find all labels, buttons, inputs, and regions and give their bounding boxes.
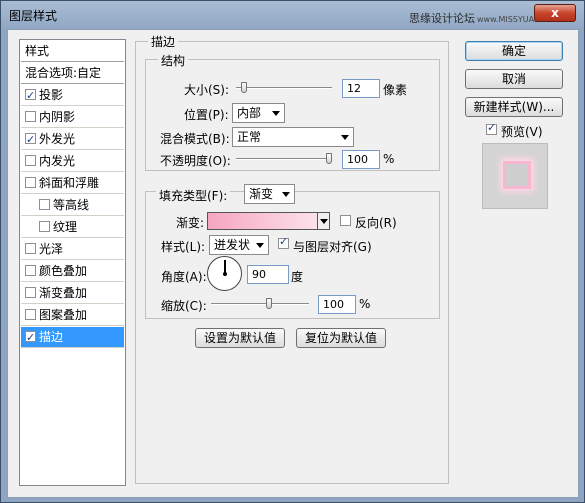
size-slider-thumb[interactable]: [240, 82, 247, 93]
chevron-down-icon: [272, 111, 280, 116]
style-list-item[interactable]: 内发光: [21, 151, 124, 172]
size-slider-track[interactable]: [236, 87, 332, 89]
position-label: 位置(P):: [184, 108, 229, 122]
position-select[interactable]: 内部: [232, 103, 285, 123]
stroke-group-title: 描边: [148, 33, 179, 50]
opacity-input[interactable]: 100: [342, 150, 380, 169]
align-with-layer-label: 与图层对齐(G): [293, 240, 372, 254]
align-with-layer-checkbox[interactable]: [278, 235, 289, 249]
preview-thumbnail: [482, 143, 548, 209]
style-item-label: 图案叠加: [39, 308, 88, 322]
chevron-down-icon: [256, 243, 264, 248]
style-checkbox[interactable]: [25, 111, 36, 122]
style-list-item[interactable]: 渐变叠加: [21, 283, 124, 304]
style-checkbox[interactable]: [25, 328, 36, 348]
fill-type-label: 填充类型(F):: [156, 187, 231, 204]
style-item-label: 纹理: [53, 220, 78, 234]
style-item-label: 投影: [39, 88, 64, 102]
size-unit: 像素: [383, 83, 408, 97]
opacity-slider-track[interactable]: [236, 158, 332, 160]
window-title: 图层样式: [9, 9, 58, 23]
angle-label: 角度(A):: [161, 270, 207, 284]
angle-unit: 度: [291, 270, 304, 284]
structure-group-title: 结构: [158, 52, 189, 69]
opacity-unit: %: [383, 152, 395, 166]
scale-input[interactable]: 100: [318, 295, 356, 314]
gradient-label: 渐变:: [176, 216, 205, 230]
style-list-item[interactable]: 纹理: [21, 217, 124, 238]
style-item-label: 内阴影: [39, 110, 76, 124]
style-checkbox[interactable]: [25, 130, 36, 150]
style-checkbox[interactable]: [25, 155, 36, 166]
style-item-label: 外发光: [39, 132, 76, 146]
reverse-checkbox[interactable]: [340, 215, 351, 226]
angle-input[interactable]: 90: [247, 265, 289, 284]
preview-square: [503, 161, 531, 189]
title-bar[interactable]: 图层样式 思缘设计论坛 www.MISSYUAN.COM x: [1, 1, 584, 29]
style-checkbox[interactable]: [39, 199, 50, 210]
size-label: 大小(S):: [184, 83, 230, 97]
style-item-label: 颜色叠加: [39, 264, 88, 278]
scale-label: 缩放(C):: [161, 299, 207, 313]
fill-type-select[interactable]: 渐变: [244, 184, 295, 204]
style-checkbox[interactable]: [25, 265, 36, 276]
style-list-item[interactable]: 等高线: [21, 195, 124, 216]
set-default-button[interactable]: 设置为默认值: [195, 328, 285, 348]
blend-mode-select[interactable]: 正常: [232, 127, 354, 147]
gradient-style-select[interactable]: 迸发状: [209, 235, 269, 255]
chevron-down-icon: [341, 135, 349, 140]
style-list: 样式 混合选项:自定 投影内阴影外发光内发光斜面和浮雕等高线纹理光泽颜色叠加渐变…: [19, 39, 126, 486]
chevron-down-icon[interactable]: [317, 213, 329, 229]
style-checkbox[interactable]: [25, 243, 36, 254]
style-checkbox[interactable]: [25, 287, 36, 298]
style-checkbox[interactable]: [39, 221, 50, 232]
style-list-item[interactable]: 外发光: [21, 129, 124, 150]
scale-slider-thumb[interactable]: [266, 298, 273, 309]
preview-checkbox[interactable]: [486, 121, 497, 135]
layer-style-dialog: 图层样式 思缘设计论坛 www.MISSYUAN.COM x 样式 混合选项:自定…: [0, 0, 585, 503]
scale-unit: %: [359, 297, 371, 311]
style-item-label: 等高线: [53, 198, 90, 212]
style-list-item[interactable]: 光泽: [21, 239, 124, 260]
angle-center: [223, 272, 227, 276]
style-item-label: 内发光: [39, 154, 76, 168]
blend-mode-label: 混合模式(B):: [160, 132, 230, 146]
angle-dial[interactable]: [207, 256, 242, 291]
style-list-item[interactable]: 投影: [21, 85, 124, 106]
blend-options-item[interactable]: 混合选项:自定: [21, 63, 124, 84]
size-input[interactable]: 12: [342, 79, 380, 98]
style-list-item[interactable]: 颜色叠加: [21, 261, 124, 282]
cancel-button[interactable]: 取消: [465, 69, 563, 89]
style-item-label: 描边: [39, 330, 64, 344]
reverse-label: 反向(R): [355, 216, 397, 230]
style-list-header[interactable]: 样式: [21, 41, 124, 62]
gradient-picker[interactable]: [207, 212, 330, 230]
style-item-label: 斜面和浮雕: [39, 176, 100, 190]
style-item-label: 光泽: [39, 242, 64, 256]
style-list-item[interactable]: 斜面和浮雕: [21, 173, 124, 194]
preview-label: 预览(V): [501, 125, 543, 139]
style-list-item[interactable]: 描边: [21, 327, 124, 348]
style-checkbox[interactable]: [25, 177, 36, 188]
new-style-button[interactable]: 新建样式(W)...: [465, 97, 563, 117]
style-checkbox[interactable]: [25, 86, 36, 106]
close-button[interactable]: x: [534, 4, 576, 22]
chevron-down-icon: [282, 192, 290, 197]
ok-button[interactable]: 确定: [465, 41, 563, 61]
style-label: 样式(L):: [161, 240, 206, 254]
style-checkbox[interactable]: [25, 309, 36, 320]
opacity-slider-thumb[interactable]: [326, 153, 332, 164]
reset-default-button[interactable]: 复位为默认值: [296, 328, 386, 348]
style-list-item[interactable]: 图案叠加: [21, 305, 124, 326]
scale-slider-track[interactable]: [211, 303, 309, 305]
style-list-item[interactable]: 内阴影: [21, 107, 124, 128]
opacity-label: 不透明度(O):: [160, 154, 231, 168]
dialog-client: 样式 混合选项:自定 投影内阴影外发光内发光斜面和浮雕等高线纹理光泽颜色叠加渐变…: [7, 29, 579, 498]
style-item-label: 渐变叠加: [39, 286, 88, 300]
